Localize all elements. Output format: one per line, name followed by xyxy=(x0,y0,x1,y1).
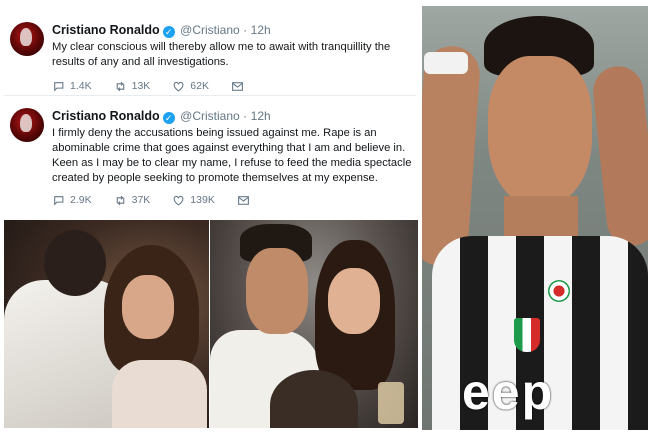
tweet-screenshot-panel: Cristiano Ronaldo ✓ @Cristiano · 12h My c… xyxy=(4,6,416,214)
like-count: 62K xyxy=(190,80,209,92)
woman-dress xyxy=(112,360,207,428)
reply-button[interactable]: 1.4K xyxy=(52,80,92,93)
user-handle[interactable]: @Cristiano xyxy=(180,23,240,37)
tweet-actions: 2.9K 37K 139K xyxy=(52,192,277,208)
player-arm-left xyxy=(422,44,482,268)
retweet-button[interactable]: 13K xyxy=(114,80,151,93)
reply-icon xyxy=(54,195,64,206)
player-photo: eep xyxy=(422,6,648,430)
reply-button[interactable]: 2.9K xyxy=(52,194,92,207)
retweet-icon xyxy=(116,81,124,91)
drink-glass xyxy=(378,382,404,424)
tweet-text: I firmly deny the accusations being issu… xyxy=(52,127,412,184)
coppa-italia-badge xyxy=(548,280,570,302)
like-count: 139K xyxy=(190,194,215,206)
reply-count: 2.9K xyxy=(70,194,92,206)
tweet-timestamp[interactable]: 12h xyxy=(251,109,271,123)
news-collage: Cristiano Ronaldo ✓ @Cristiano · 12h My c… xyxy=(0,0,652,434)
woman-face xyxy=(328,268,380,334)
user-handle[interactable]: @Cristiano xyxy=(180,109,240,123)
envelope-icon xyxy=(237,195,249,205)
italian-shield-badge xyxy=(514,318,540,352)
man-head xyxy=(44,230,106,296)
separator-dot: · xyxy=(243,109,248,123)
club-photo-middle xyxy=(210,220,418,428)
wristband xyxy=(424,52,468,74)
retweet-icon xyxy=(116,195,124,205)
dm-button[interactable] xyxy=(237,194,255,207)
reply-icon xyxy=(54,81,64,92)
verified-badge-icon: ✓ xyxy=(162,26,175,38)
like-button[interactable]: 139K xyxy=(172,194,215,207)
display-name[interactable]: Cristiano Ronaldo xyxy=(52,109,160,123)
retweet-button[interactable]: 37K xyxy=(114,194,151,207)
reply-count: 1.4K xyxy=(70,80,92,92)
tweet-header: Cristiano Ronaldo ✓ @Cristiano · 12h xyxy=(52,108,271,124)
dm-button[interactable] xyxy=(231,80,249,93)
tweet-header: Cristiano Ronaldo ✓ @Cristiano · 12h xyxy=(52,22,271,38)
avatar[interactable] xyxy=(10,22,44,56)
player-face xyxy=(488,56,592,206)
player-arm-right xyxy=(590,63,648,249)
retweet-count: 37K xyxy=(131,194,151,206)
verified-badge-icon: ✓ xyxy=(162,112,175,124)
man-face xyxy=(246,248,308,334)
heart-icon xyxy=(173,195,184,205)
club-photo-left xyxy=(4,220,209,428)
like-button[interactable]: 62K xyxy=(172,80,209,93)
tweet-1[interactable]: Cristiano Ronaldo ✓ @Cristiano · 12h My c… xyxy=(4,12,416,98)
tweet-actions: 1.4K 13K 62K xyxy=(52,78,271,94)
woman-face xyxy=(122,275,174,339)
tweet-timestamp[interactable]: 12h xyxy=(251,23,271,37)
retweet-count: 13K xyxy=(131,80,151,92)
jersey-sponsor-text: eep xyxy=(462,364,555,420)
tweet-text: My clear conscious will thereby allow me… xyxy=(52,41,391,68)
display-name[interactable]: Cristiano Ronaldo xyxy=(52,23,160,37)
separator-dot: · xyxy=(243,23,248,37)
tweet-2[interactable]: Cristiano Ronaldo ✓ @Cristiano · 12h I fi… xyxy=(4,98,416,212)
avatar[interactable] xyxy=(10,108,44,142)
heart-icon xyxy=(173,81,184,91)
envelope-icon xyxy=(232,81,243,91)
tweet-divider xyxy=(4,95,416,96)
